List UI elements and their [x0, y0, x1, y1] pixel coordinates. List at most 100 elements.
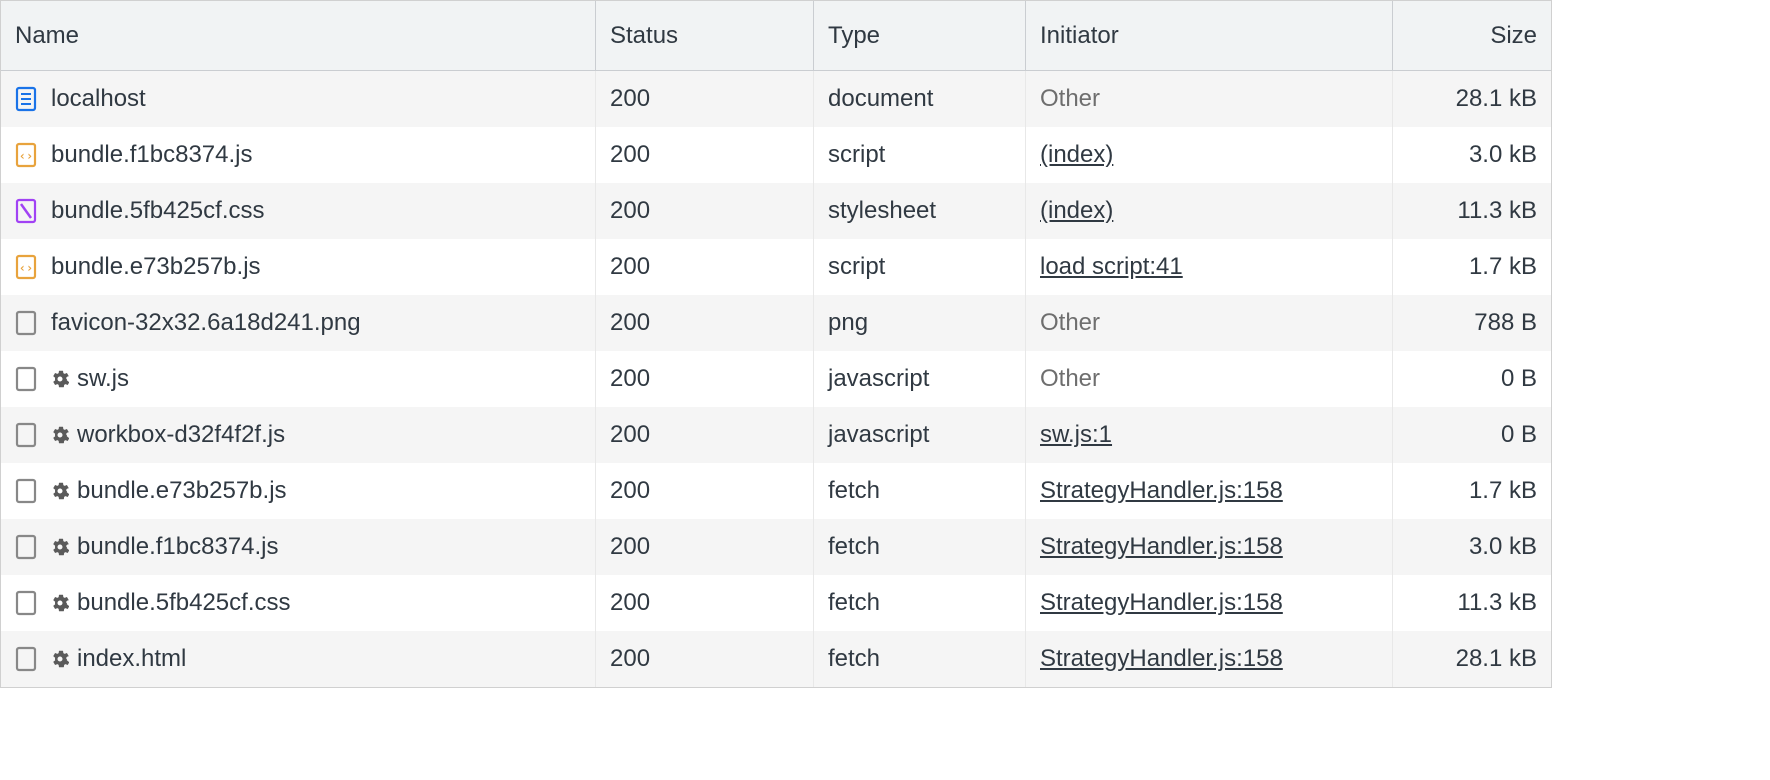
table-row[interactable]: favicon-32x32.6a18d241.png200pngOther788… [1, 295, 1551, 351]
cell-type: script [814, 239, 1026, 295]
cell-type: fetch [814, 519, 1026, 575]
initiator-link[interactable]: (index) [1040, 197, 1113, 225]
cell-name: bundle.5fb425cf.css [1, 575, 596, 631]
cell-name: favicon-32x32.6a18d241.png [1, 295, 596, 351]
cell-initiator: load script:41 [1026, 239, 1393, 295]
request-name: workbox-d32f4f2f.js [77, 421, 285, 449]
table-row[interactable]: bundle.f1bc8374.js200script(index)3.0 kB [1, 127, 1551, 183]
initiator-link[interactable]: StrategyHandler.js:158 [1040, 533, 1283, 561]
cell-size: 1.7 kB [1393, 239, 1551, 295]
service-worker-gear-icon [51, 650, 69, 668]
request-name: index.html [77, 645, 186, 673]
cell-type: script [814, 127, 1026, 183]
request-name: bundle.e73b257b.js [77, 477, 287, 505]
cell-name: workbox-d32f4f2f.js [1, 407, 596, 463]
request-name: bundle.f1bc8374.js [51, 141, 253, 169]
cell-size: 1.7 kB [1393, 463, 1551, 519]
request-name: localhost [51, 85, 146, 113]
column-header-type[interactable]: Type [814, 1, 1026, 70]
service-worker-gear-icon [51, 370, 69, 388]
generic-file-icon [15, 534, 37, 560]
initiator-text: Other [1040, 365, 1100, 393]
cell-initiator: (index) [1026, 183, 1393, 239]
cell-size: 0 B [1393, 351, 1551, 407]
column-header-status[interactable]: Status [596, 1, 814, 70]
cell-status: 200 [596, 71, 814, 127]
cell-size: 28.1 kB [1393, 71, 1551, 127]
cell-type: javascript [814, 407, 1026, 463]
cell-size: 28.1 kB [1393, 631, 1551, 687]
cell-status: 200 [596, 463, 814, 519]
table-row[interactable]: bundle.f1bc8374.js 200fetch StrategyHandle… [1, 519, 1551, 575]
javascript-file-icon [15, 142, 37, 168]
cell-type: fetch [814, 631, 1026, 687]
table-row[interactable]: bundle.5fb425cf.css200fetchStrategyHandl… [1, 575, 1551, 631]
table-row[interactable]: workbox-d32f4f2f.js 200javascript sw.js:1 0… [1, 407, 1551, 463]
request-name: bundle.e73b257b.js [51, 253, 261, 281]
cell-name: index.html [1, 631, 596, 687]
cell-initiator: Other [1026, 351, 1393, 407]
cell-status: 200 [596, 407, 814, 463]
cell-type: javascript [814, 351, 1026, 407]
table-row[interactable]: bundle.e73b257b.js 200script load script:4… [1, 239, 1551, 295]
initiator-link[interactable]: StrategyHandler.js:158 [1040, 589, 1283, 617]
table-row[interactable]: bundle.5fb425cf.css200stylesheet(index)1… [1, 183, 1551, 239]
cell-type: document [814, 71, 1026, 127]
stylesheet-file-icon [15, 198, 37, 224]
service-worker-gear-icon [51, 594, 69, 612]
table-row[interactable]: localhost 200documentOther28.1 kB [1, 71, 1551, 127]
cell-size: 0 B [1393, 407, 1551, 463]
cell-type: fetch [814, 463, 1026, 519]
cell-size: 11.3 kB [1393, 575, 1551, 631]
cell-size: 3.0 kB [1393, 519, 1551, 575]
generic-file-icon [15, 646, 37, 672]
table-header-row: Name Status Type Initiator Size [1, 1, 1551, 71]
generic-file-icon [15, 310, 37, 336]
request-name: bundle.5fb425cf.css [51, 197, 264, 225]
cell-name: bundle.e73b257b.js [1, 463, 596, 519]
service-worker-gear-icon [51, 426, 69, 444]
cell-initiator: Other [1026, 295, 1393, 351]
generic-file-icon [15, 422, 37, 448]
cell-initiator: StrategyHandler.js:158 [1026, 575, 1393, 631]
table-row[interactable]: sw.js 200javascript Other 0 B [1, 351, 1551, 407]
initiator-link[interactable]: (index) [1040, 141, 1113, 169]
cell-status: 200 [596, 575, 814, 631]
service-worker-gear-icon [51, 482, 69, 500]
table-body: localhost200documentOther28.1 kBbundle.f… [1, 71, 1551, 687]
initiator-link[interactable]: StrategyHandler.js:158 [1040, 477, 1283, 505]
request-name: bundle.f1bc8374.js [77, 533, 279, 561]
cell-name: localhost [1, 71, 596, 127]
cell-status: 200 [596, 183, 814, 239]
initiator-link[interactable]: load script:41 [1040, 253, 1183, 281]
generic-file-icon [15, 590, 37, 616]
cell-size: 11.3 kB [1393, 183, 1551, 239]
cell-initiator: StrategyHandler.js:158 [1026, 519, 1393, 575]
cell-status: 200 [596, 519, 814, 575]
cell-status: 200 [596, 351, 814, 407]
cell-name: bundle.f1bc8374.js [1, 127, 596, 183]
cell-status: 200 [596, 127, 814, 183]
document-file-icon [15, 86, 37, 112]
cell-size: 788 B [1393, 295, 1551, 351]
cell-initiator: StrategyHandler.js:158 [1026, 463, 1393, 519]
cell-initiator: Other [1026, 71, 1393, 127]
column-header-size[interactable]: Size [1393, 1, 1551, 70]
network-requests-table: Name Status Type Initiator Size localhos… [0, 0, 1552, 688]
cell-name: bundle.5fb425cf.css [1, 183, 596, 239]
cell-initiator: (index) [1026, 127, 1393, 183]
table-row[interactable]: bundle.e73b257b.js 200fetch StrategyHandle… [1, 463, 1551, 519]
column-header-name[interactable]: Name [1, 1, 596, 70]
cell-name: bundle.f1bc8374.js [1, 519, 596, 575]
request-name: favicon-32x32.6a18d241.png [51, 309, 361, 337]
request-name: bundle.5fb425cf.css [77, 589, 290, 617]
table-row[interactable]: index.html 200fetch StrategyHandler.js:158… [1, 631, 1551, 687]
request-name: sw.js [77, 365, 129, 393]
initiator-link[interactable]: sw.js:1 [1040, 421, 1112, 449]
column-header-initiator[interactable]: Initiator [1026, 1, 1393, 70]
service-worker-gear-icon [51, 538, 69, 556]
cell-status: 200 [596, 631, 814, 687]
initiator-link[interactable]: StrategyHandler.js:158 [1040, 645, 1283, 673]
cell-status: 200 [596, 239, 814, 295]
initiator-text: Other [1040, 309, 1100, 337]
